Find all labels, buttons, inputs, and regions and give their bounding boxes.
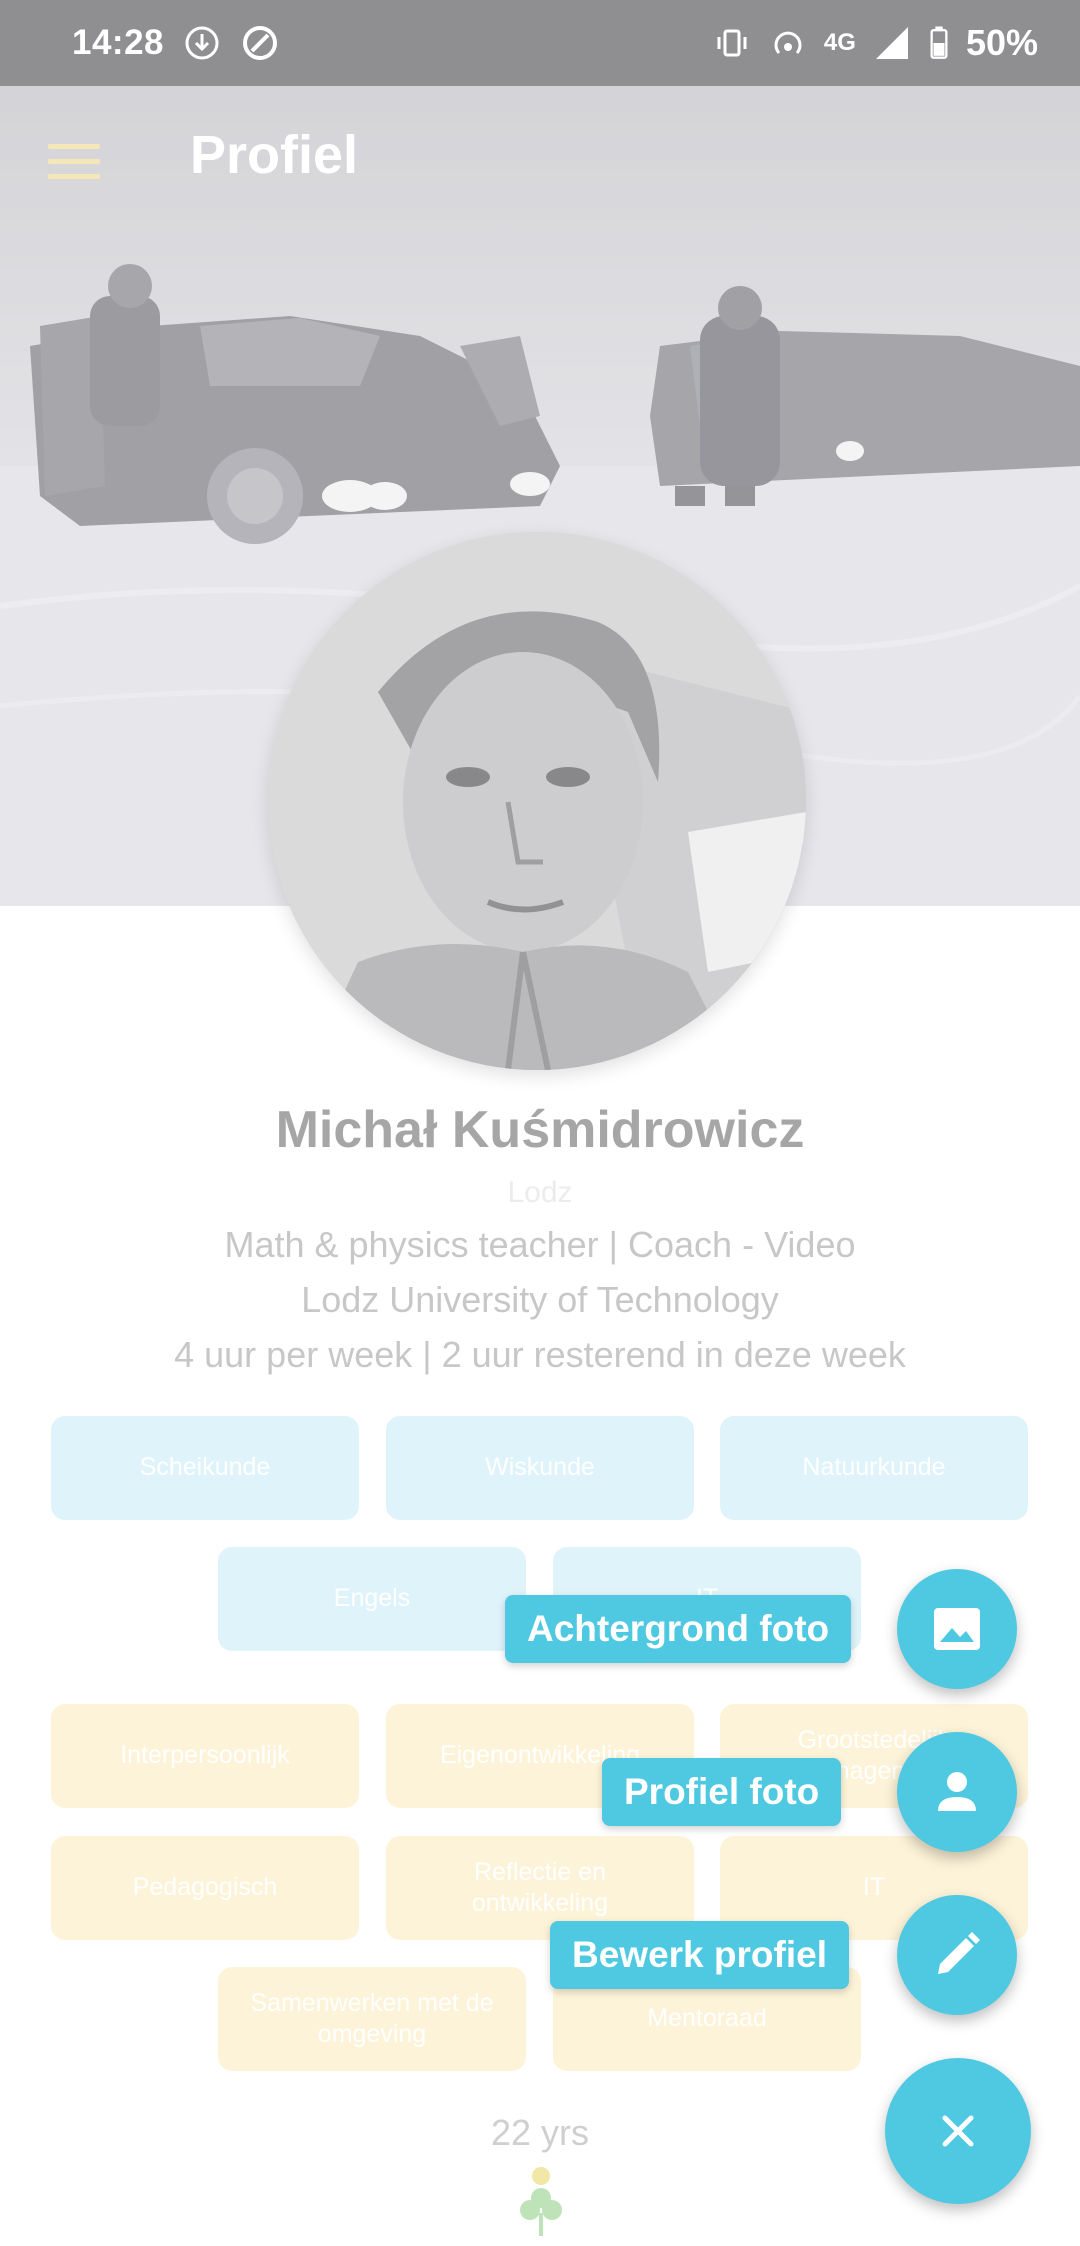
image-icon	[934, 1608, 980, 1650]
subject-chip[interactable]: Engels	[218, 1547, 526, 1651]
status-time: 14:28	[72, 23, 165, 62]
subject-chip[interactable]: Wiskunde	[386, 1416, 694, 1520]
download-icon	[185, 26, 219, 60]
profile-location: Lodz	[507, 1176, 573, 1209]
close-fab-button[interactable]	[885, 2058, 1031, 2204]
profile-photo-label[interactable]: Profiel foto	[602, 1758, 842, 1826]
skill-chip[interactable]: Pedagogisch	[51, 1836, 359, 1940]
close-icon	[942, 2115, 974, 2147]
background-photo-label[interactable]: Achtergrond foto	[505, 1595, 852, 1663]
toolbar: Profiel	[0, 86, 1080, 234]
vibrate-icon	[717, 29, 747, 57]
person-icon	[938, 1772, 976, 1811]
network-type: 4G	[823, 29, 856, 56]
profile-hours: 4 uur per week | 2 uur resterend in deze…	[174, 1334, 906, 1375]
profile-name: Michał Kuśmidrowicz	[275, 1101, 805, 1159]
signal-icon	[875, 27, 908, 59]
data-saver-icon	[243, 26, 278, 60]
skill-chip[interactable]: Samenwerken met de omgeving	[218, 1967, 526, 2071]
hamburger-menu-icon[interactable]	[48, 142, 100, 182]
page-title: Profiel	[190, 125, 359, 185]
status-bar: 14:28 4G 50%	[0, 0, 1080, 86]
battery-percentage: 50%	[965, 22, 1038, 63]
subject-chip[interactable]: Natuurkunde	[720, 1416, 1028, 1520]
avatar[interactable]	[268, 532, 806, 1070]
hotspot-icon	[774, 31, 802, 54]
profile-photo-button[interactable]	[897, 1732, 1017, 1852]
skill-chip[interactable]: Interpersoonlijk	[51, 1704, 359, 1808]
battery-icon	[930, 26, 948, 59]
edit-profile-button[interactable]	[897, 1895, 1017, 2015]
profile-university: Lodz University of Technology	[301, 1279, 779, 1320]
edit-profile-label[interactable]: Bewerk profiel	[550, 1921, 849, 1989]
avatar-image	[268, 532, 806, 1070]
pencil-icon	[938, 1932, 980, 1974]
profile-headline: Math & physics teacher | Coach - Video	[224, 1224, 856, 1265]
background-photo-button[interactable]	[897, 1569, 1017, 1689]
subject-chip[interactable]: Scheikunde	[51, 1416, 359, 1520]
clover-badge-icon	[520, 2167, 562, 2236]
